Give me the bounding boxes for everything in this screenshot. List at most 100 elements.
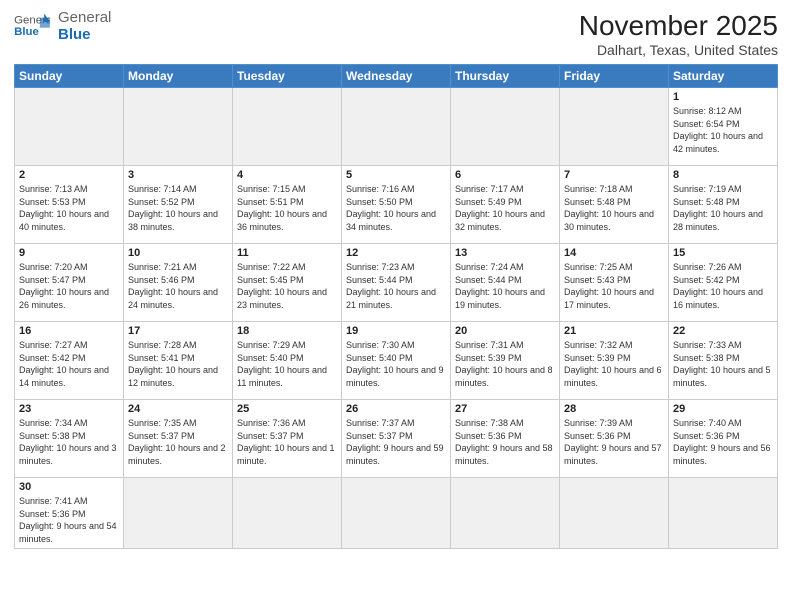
day-number: 19: [346, 325, 446, 337]
calendar-cell: 12 Sunrise: 7:23 AM Sunset: 5:44 PM Dayli…: [342, 244, 451, 322]
day-info: Sunrise: 7:17 AM Sunset: 5:49 PM Dayligh…: [455, 183, 555, 233]
day-info: Sunrise: 7:15 AM Sunset: 5:51 PM Dayligh…: [237, 183, 337, 233]
calendar-week-row: 9 Sunrise: 7:20 AM Sunset: 5:47 PM Daylig…: [15, 244, 778, 322]
day-info: Sunrise: 7:34 AM Sunset: 5:38 PM Dayligh…: [19, 417, 119, 467]
calendar-week-row: 30 Sunrise: 7:41 AM Sunset: 5:36 PM Dayli…: [15, 478, 778, 549]
day-number: 11: [237, 247, 337, 259]
day-info: Sunrise: 7:41 AM Sunset: 5:36 PM Dayligh…: [19, 495, 119, 545]
calendar-cell: [560, 478, 669, 549]
day-number: 18: [237, 325, 337, 337]
weekday-header-tuesday: Tuesday: [233, 65, 342, 88]
day-number: 27: [455, 403, 555, 415]
day-number: 24: [128, 403, 228, 415]
calendar-cell: [451, 478, 560, 549]
day-number: 21: [564, 325, 664, 337]
calendar-cell: 28 Sunrise: 7:39 AM Sunset: 5:36 PM Dayli…: [560, 400, 669, 478]
title-block: November 2025 Dalhart, Texas, United Sta…: [579, 10, 778, 58]
day-info: Sunrise: 7:22 AM Sunset: 5:45 PM Dayligh…: [237, 261, 337, 311]
weekday-header-saturday: Saturday: [669, 65, 778, 88]
day-info: Sunrise: 7:19 AM Sunset: 5:48 PM Dayligh…: [673, 183, 773, 233]
page: General Blue General Blue November 2025 …: [0, 0, 792, 612]
calendar-week-row: 2 Sunrise: 7:13 AM Sunset: 5:53 PM Daylig…: [15, 166, 778, 244]
calendar-table: SundayMondayTuesdayWednesdayThursdayFrid…: [14, 64, 778, 549]
calendar-cell: 25Sunrise: 7:36 AM Sunset: 5:37 PM Dayli…: [233, 400, 342, 478]
day-number: 14: [564, 247, 664, 259]
calendar-cell: 6 Sunrise: 7:17 AM Sunset: 5:49 PM Daylig…: [451, 166, 560, 244]
calendar-cell: 15Sunrise: 7:26 AM Sunset: 5:42 PM Dayli…: [669, 244, 778, 322]
day-info: Sunrise: 7:32 AM Sunset: 5:39 PM Dayligh…: [564, 339, 664, 389]
day-info: Sunrise: 7:40 AM Sunset: 5:36 PM Dayligh…: [673, 417, 773, 467]
calendar-cell: 26Sunrise: 7:37 AM Sunset: 5:37 PM Dayli…: [342, 400, 451, 478]
day-number: 2: [19, 169, 119, 181]
calendar-cell: 29 Sunrise: 7:40 AM Sunset: 5:36 PM Dayli…: [669, 400, 778, 478]
day-info: Sunrise: 7:38 AM Sunset: 5:36 PM Dayligh…: [455, 417, 555, 467]
day-info: Sunrise: 7:35 AM Sunset: 5:37 PM Dayligh…: [128, 417, 228, 467]
day-number: 28: [564, 403, 664, 415]
day-info: Sunrise: 8:12 AM Sunset: 6:54 PM Dayligh…: [673, 105, 773, 155]
calendar-cell: 13Sunrise: 7:24 AM Sunset: 5:44 PM Dayli…: [451, 244, 560, 322]
svg-text:Blue: Blue: [14, 25, 39, 37]
day-info: Sunrise: 7:30 AM Sunset: 5:40 PM Dayligh…: [346, 339, 446, 389]
calendar-cell: 18 Sunrise: 7:29 AM Sunset: 5:40 PM Dayli…: [233, 322, 342, 400]
day-number: 29: [673, 403, 773, 415]
day-info: Sunrise: 7:23 AM Sunset: 5:44 PM Dayligh…: [346, 261, 446, 311]
calendar-cell: 4 Sunrise: 7:15 AM Sunset: 5:51 PM Daylig…: [233, 166, 342, 244]
day-number: 13: [455, 247, 555, 259]
day-number: 20: [455, 325, 555, 337]
day-info: Sunrise: 7:28 AM Sunset: 5:41 PM Dayligh…: [128, 339, 228, 389]
day-info: Sunrise: 7:25 AM Sunset: 5:43 PM Dayligh…: [564, 261, 664, 311]
day-number: 7: [564, 169, 664, 181]
calendar-week-row: 23 Sunrise: 7:34 AM Sunset: 5:38 PM Dayli…: [15, 400, 778, 478]
logo-wordmark: General Blue: [58, 10, 111, 43]
day-info: Sunrise: 7:18 AM Sunset: 5:48 PM Dayligh…: [564, 183, 664, 233]
calendar-cell: 9 Sunrise: 7:20 AM Sunset: 5:47 PM Daylig…: [15, 244, 124, 322]
day-info: Sunrise: 7:39 AM Sunset: 5:36 PM Dayligh…: [564, 417, 664, 467]
calendar-cell: 16 Sunrise: 7:27 AM Sunset: 5:42 PM Dayli…: [15, 322, 124, 400]
day-number: 4: [237, 169, 337, 181]
weekday-header-row: SundayMondayTuesdayWednesdayThursdayFrid…: [15, 65, 778, 88]
day-number: 10: [128, 247, 228, 259]
calendar-cell: 21 Sunrise: 7:32 AM Sunset: 5:39 PM Dayli…: [560, 322, 669, 400]
day-number: 30: [19, 481, 119, 493]
day-number: 17: [128, 325, 228, 337]
day-number: 25: [237, 403, 337, 415]
day-info: Sunrise: 7:14 AM Sunset: 5:52 PM Dayligh…: [128, 183, 228, 233]
calendar-cell: [124, 478, 233, 549]
day-info: Sunrise: 7:20 AM Sunset: 5:47 PM Dayligh…: [19, 261, 119, 311]
calendar-cell: [15, 88, 124, 166]
day-info: Sunrise: 7:29 AM Sunset: 5:40 PM Dayligh…: [237, 339, 337, 389]
day-info: Sunrise: 7:33 AM Sunset: 5:38 PM Dayligh…: [673, 339, 773, 389]
day-info: Sunrise: 7:27 AM Sunset: 5:42 PM Dayligh…: [19, 339, 119, 389]
calendar-cell: 30 Sunrise: 7:41 AM Sunset: 5:36 PM Dayli…: [15, 478, 124, 549]
weekday-header-thursday: Thursday: [451, 65, 560, 88]
day-number: 8: [673, 169, 773, 181]
logo-general: General: [58, 10, 111, 27]
logo: General Blue General Blue: [14, 10, 111, 43]
calendar-title: November 2025: [579, 10, 778, 42]
day-number: 9: [19, 247, 119, 259]
calendar-cell: 24 Sunrise: 7:35 AM Sunset: 5:37 PM Dayli…: [124, 400, 233, 478]
calendar-subtitle: Dalhart, Texas, United States: [579, 42, 778, 58]
calendar-cell: 11 Sunrise: 7:22 AM Sunset: 5:45 PM Dayli…: [233, 244, 342, 322]
header: General Blue General Blue November 2025 …: [14, 10, 778, 58]
calendar-cell: 1Sunrise: 8:12 AM Sunset: 6:54 PM Daylig…: [669, 88, 778, 166]
calendar-cell: [342, 478, 451, 549]
day-number: 16: [19, 325, 119, 337]
day-info: Sunrise: 7:13 AM Sunset: 5:53 PM Dayligh…: [19, 183, 119, 233]
calendar-cell: [124, 88, 233, 166]
calendar-cell: 2 Sunrise: 7:13 AM Sunset: 5:53 PM Daylig…: [15, 166, 124, 244]
calendar-cell: 8 Sunrise: 7:19 AM Sunset: 5:48 PM Daylig…: [669, 166, 778, 244]
logo-icon: General Blue: [14, 12, 50, 42]
day-number: 15: [673, 247, 773, 259]
day-number: 6: [455, 169, 555, 181]
calendar-cell: 19 Sunrise: 7:30 AM Sunset: 5:40 PM Dayli…: [342, 322, 451, 400]
logo-blue: Blue: [58, 27, 111, 44]
day-number: 23: [19, 403, 119, 415]
day-number: 12: [346, 247, 446, 259]
day-info: Sunrise: 7:21 AM Sunset: 5:46 PM Dayligh…: [128, 261, 228, 311]
calendar-cell: 7 Sunrise: 7:18 AM Sunset: 5:48 PM Daylig…: [560, 166, 669, 244]
calendar-cell: [451, 88, 560, 166]
calendar-cell: 23 Sunrise: 7:34 AM Sunset: 5:38 PM Dayli…: [15, 400, 124, 478]
weekday-header-sunday: Sunday: [15, 65, 124, 88]
calendar-cell: [342, 88, 451, 166]
